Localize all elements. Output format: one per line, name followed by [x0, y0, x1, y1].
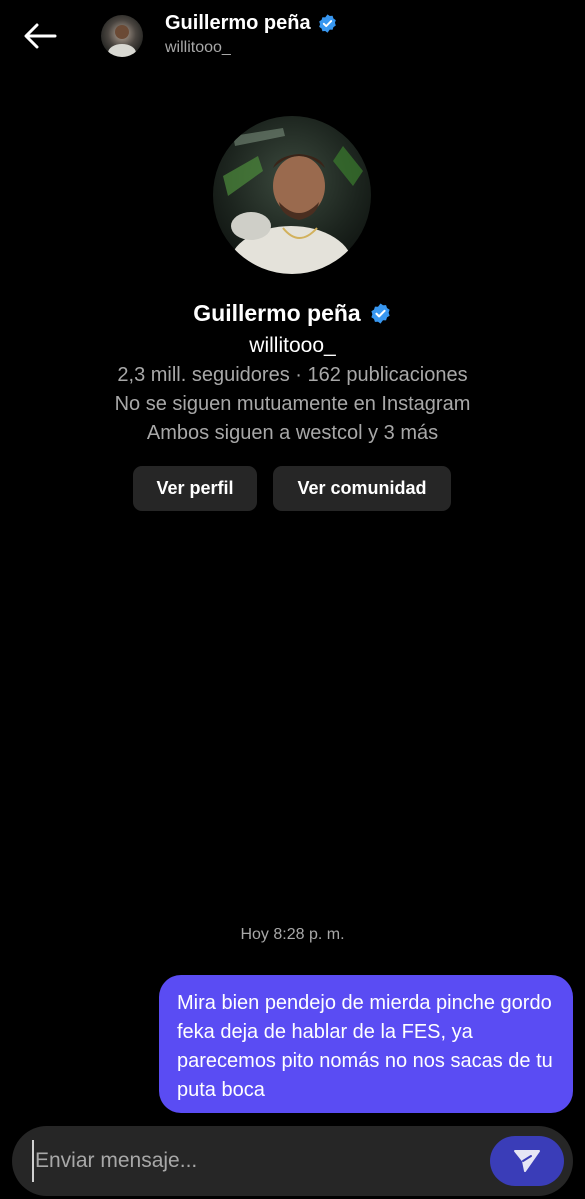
back-button[interactable] [18, 18, 62, 54]
message-timestamp: Hoy 8:28 p. m. [240, 926, 345, 943]
view-profile-button[interactable]: Ver perfil [133, 466, 257, 511]
chat-header: Guillermo peña willitooo_ [0, 0, 585, 76]
profile-mutual-follows: Ambos siguen a westcol y 3 más [146, 422, 439, 444]
arrow-left-icon [24, 23, 57, 49]
sent-message-bubble[interactable]: Mira bien pendejo de mierda pinche gordo… [159, 975, 573, 1113]
profile-username: willitooo_ [249, 334, 336, 357]
header-title-row[interactable]: Guillermo peña [165, 12, 338, 35]
profile-avatar[interactable] [213, 116, 371, 274]
view-community-button[interactable]: Ver comunidad [273, 466, 451, 511]
verified-badge-icon [318, 14, 336, 33]
profile-stats: 2,3 mill. seguidores · 162 publicaciones [117, 364, 468, 386]
send-icon [514, 1150, 540, 1172]
header-username: willitooo_ [165, 39, 231, 56]
message-composer [12, 1126, 573, 1196]
header-name: Guillermo peña [165, 12, 311, 34]
verified-badge-icon [371, 303, 390, 324]
header-avatar[interactable] [101, 15, 143, 57]
profile-title-row: Guillermo peña [0, 300, 585, 327]
send-button[interactable] [490, 1136, 564, 1186]
message-input[interactable] [32, 1140, 472, 1182]
profile-mutual-status: No se siguen mutuamente en Instagram [114, 393, 471, 415]
profile-name: Guillermo peña [193, 300, 361, 326]
